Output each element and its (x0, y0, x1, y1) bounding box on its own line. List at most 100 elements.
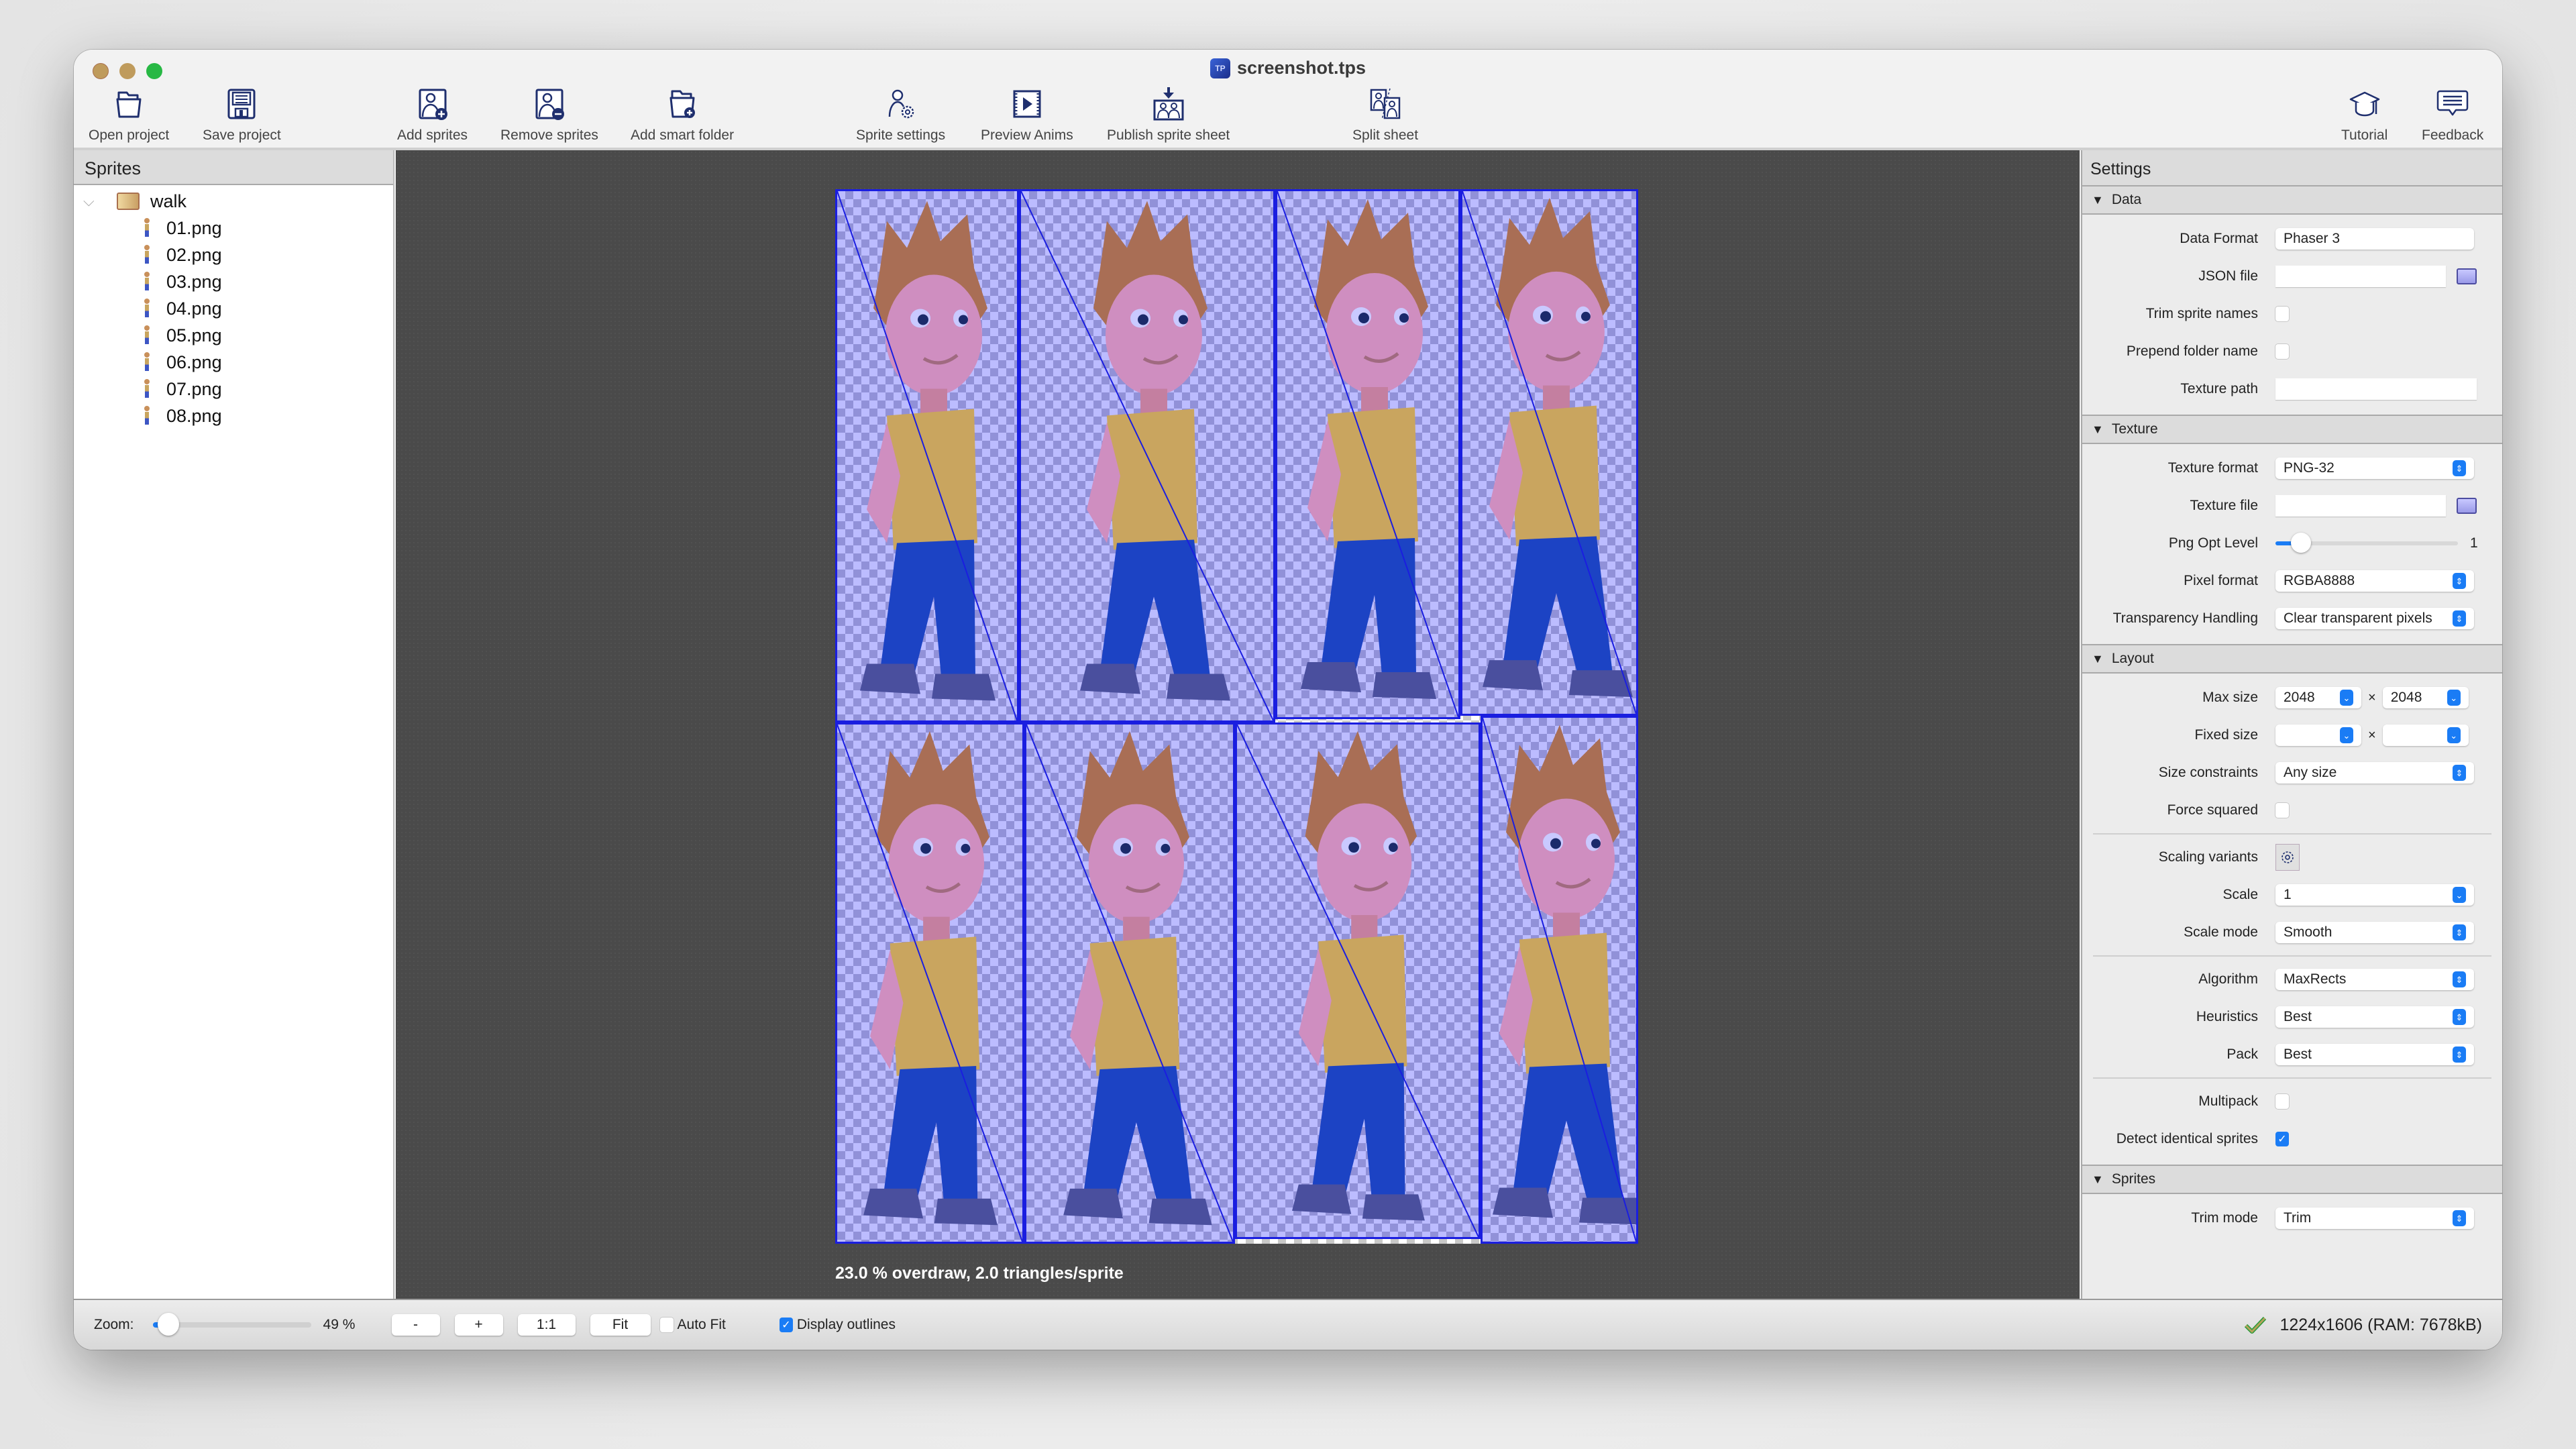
transparency-select[interactable]: Clear transparent pixels ⇕ (2275, 608, 2474, 629)
sprite-list-item[interactable]: 07.png (74, 376, 393, 402)
sprite-file-name: 02.png (166, 244, 222, 265)
scale-combo[interactable]: 1 ⌄ (2275, 884, 2474, 906)
scale-mode-select[interactable]: Smooth ⇕ (2275, 922, 2474, 943)
fixed-height-combo[interactable]: ⌄ (2382, 724, 2469, 746)
feedback-label: Feedback (2422, 127, 2484, 143)
force-squared-row: Force squared (2082, 792, 2502, 829)
sprite-frame[interactable] (1024, 722, 1235, 1244)
auto-fit-toggle[interactable]: Auto Fit (659, 1317, 726, 1333)
add-smart-folder-button[interactable]: Add smart folder (631, 87, 734, 144)
preview-anims-button[interactable]: Preview Anims (981, 87, 1073, 144)
section-sprites-header[interactable]: ▼ Sprites (2082, 1165, 2502, 1194)
speech-bubble-icon (2436, 90, 2469, 116)
zoom-1to1-button[interactable]: 1:1 (517, 1314, 576, 1336)
multipack-checkbox[interactable] (2275, 1094, 2289, 1109)
trim-sprite-names-checkbox[interactable] (2275, 307, 2289, 321)
auto-fit-checkbox[interactable] (659, 1318, 674, 1332)
sprite-thumbnail-icon (142, 406, 152, 426)
sprite-list-item[interactable]: 05.png (74, 322, 393, 349)
section-layout-header[interactable]: ▼ Layout (2082, 644, 2502, 674)
size-constraints-value: Any size (2284, 765, 2337, 780)
sprite-file-name: 01.png (166, 217, 222, 238)
detect-identical-checkbox[interactable]: ✓ (2275, 1132, 2289, 1146)
sprite-list-item[interactable]: 06.png (74, 349, 393, 376)
sprite-list-item[interactable]: 03.png (74, 268, 393, 295)
remove-sprites-button[interactable]: Remove sprites (500, 87, 598, 144)
prepend-folder-name-checkbox[interactable] (2275, 344, 2289, 359)
zoom-slider[interactable] (152, 1313, 311, 1336)
split-sheet-icon (1370, 88, 1401, 120)
sprite-frame[interactable] (1235, 722, 1481, 1239)
texture-file-input[interactable] (2275, 495, 2446, 517)
trim-mode-select[interactable]: Trim ⇕ (2275, 1208, 2474, 1229)
section-data-header[interactable]: ▼ Data (2082, 185, 2502, 215)
size-constraints-select[interactable]: Any size ⇕ (2275, 762, 2474, 784)
texture-format-select[interactable]: PNG-32 ⇕ (2275, 458, 2474, 479)
chevron-down-icon[interactable]: ⌵ (83, 193, 102, 210)
pack-value: Best (2284, 1046, 2312, 1062)
scale-mode-value: Smooth (2284, 924, 2332, 940)
scaling-variants-button[interactable] (2275, 844, 2300, 871)
triangle-outline (1021, 191, 1273, 720)
tutorial-button[interactable]: Tutorial (2341, 87, 2387, 144)
checkmark-icon (2245, 1316, 2267, 1334)
algorithm-select[interactable]: MaxRects ⇕ (2275, 969, 2474, 990)
sprite-frame[interactable] (835, 189, 1019, 722)
scale-value: 1 (2284, 887, 2292, 902)
zoom-fit-button[interactable]: Fit (590, 1314, 651, 1336)
multipack-label: Multipack (2198, 1093, 2258, 1109)
scaling-variants-label: Scaling variants (2158, 849, 2258, 865)
sprite-list-item[interactable]: 02.png (74, 241, 393, 268)
save-project-button[interactable]: Save project (203, 87, 281, 144)
heuristics-select[interactable]: Best ⇕ (2275, 1006, 2474, 1028)
texture-path-input[interactable] (2275, 378, 2477, 400)
sprite-file-name: 05.png (166, 325, 222, 345)
algorithm-value: MaxRects (2284, 971, 2347, 987)
sprite-frame[interactable] (1275, 189, 1460, 719)
pixel-format-select[interactable]: RGBA8888 ⇕ (2275, 570, 2474, 592)
png-opt-level-value: 1 (2470, 535, 2478, 551)
browse-folder-icon[interactable] (2457, 268, 2477, 284)
texture-file-label: Texture file (2190, 498, 2258, 513)
sprite-frame[interactable] (835, 722, 1024, 1244)
slider-knob[interactable] (2291, 533, 2312, 553)
json-file-input[interactable] (2275, 266, 2446, 287)
fixed-width-combo[interactable]: ⌄ (2275, 724, 2361, 746)
sprite-frame[interactable] (1460, 189, 1638, 716)
split-sheet-button[interactable]: Split sheet (1352, 87, 1418, 144)
display-outlines-toggle[interactable]: ✓ Display outlines (779, 1317, 896, 1333)
browse-folder-icon[interactable] (2457, 498, 2477, 514)
disclosure-triangle-icon: ▼ (2092, 422, 2104, 436)
zoom-out-button[interactable]: - (391, 1314, 440, 1336)
sprite-tree: ⌵ walk 01.png 02.png 03.png 04.png 05.png 06.… (74, 185, 393, 429)
zoom-in-button[interactable]: + (454, 1314, 503, 1336)
sprite-list-item[interactable]: 04.png (74, 295, 393, 322)
max-height-value: 2048 (2390, 690, 2422, 705)
open-project-button[interactable]: Open project (89, 87, 169, 144)
pack-select[interactable]: Best ⇕ (2275, 1044, 2474, 1065)
feedback-button[interactable]: Feedback (2422, 87, 2483, 144)
tree-folder-walk[interactable]: ⌵ walk (74, 188, 393, 215)
sprite-list-item[interactable]: 01.png (74, 215, 393, 241)
section-texture-header[interactable]: ▼ Texture (2082, 415, 2502, 444)
sprite-settings-button[interactable]: Sprite settings (856, 87, 945, 144)
display-outlines-checkbox[interactable]: ✓ (779, 1318, 793, 1332)
add-sprites-button[interactable]: Add sprites (397, 87, 468, 144)
sprite-sheet-canvas[interactable]: 23.0 % overdraw, 2.0 triangles/sprite (396, 150, 2080, 1299)
scale-mode-label: Scale mode (2184, 924, 2258, 940)
force-squared-checkbox[interactable] (2275, 803, 2289, 818)
data-format-button[interactable]: Phaser 3 (2275, 228, 2474, 250)
max-width-combo[interactable]: 2048 ⌄ (2275, 687, 2361, 708)
publish-sprite-sheet-button[interactable]: Publish sprite sheet (1107, 87, 1230, 144)
add-folder-icon (669, 90, 696, 118)
times-sign: × (2368, 690, 2376, 705)
sprite-list-item[interactable]: 08.png (74, 402, 393, 429)
png-opt-level-slider[interactable] (2275, 533, 2458, 553)
sprite-sheet-preview[interactable] (835, 189, 1638, 1244)
max-height-combo[interactable]: 2048 ⌄ (2382, 687, 2469, 708)
status-area: 1224x1606 (RAM: 7678kB) (2245, 1316, 2482, 1335)
slider-knob[interactable] (158, 1313, 180, 1336)
triangle-outline (1277, 191, 1458, 717)
sprite-frame[interactable] (1019, 189, 1275, 722)
sprite-frame[interactable] (1481, 716, 1638, 1244)
